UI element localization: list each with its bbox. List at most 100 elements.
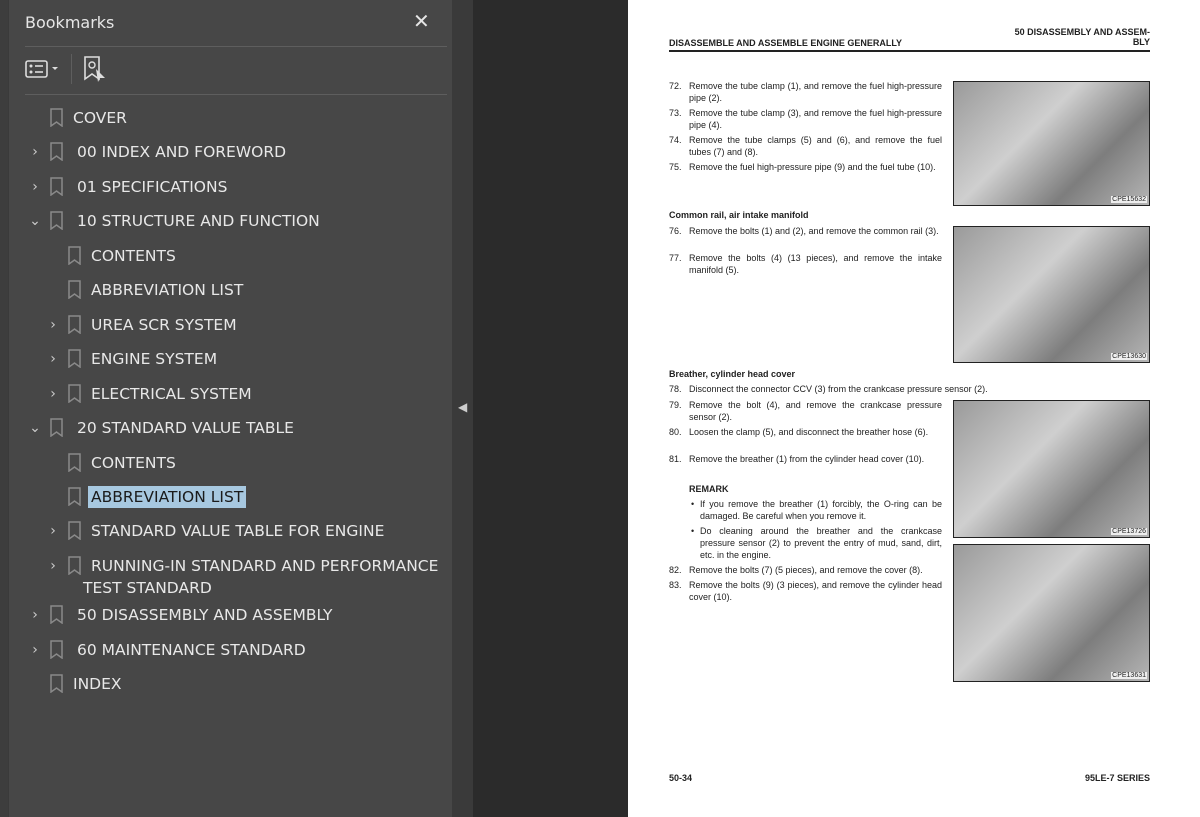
bookmark-item[interactable]: CONTENTS	[17, 452, 447, 482]
close-icon[interactable]: ✕	[413, 9, 430, 33]
bookmark-item[interactable]: INDEX	[17, 673, 447, 703]
bookmark-item[interactable]: › ELECTRICAL SYSTEM	[17, 383, 447, 413]
bookmark-item[interactable]: ABBREVIATION LIST	[17, 279, 447, 309]
header-rule	[669, 50, 1150, 52]
figure-image: CPE15632	[953, 81, 1150, 206]
procedure-step: 82. Remove the bolts (7) (5 pieces), and …	[669, 565, 923, 575]
bookmark-label: 10 STRUCTURE AND FUNCTION	[77, 212, 320, 230]
bookmark-label: ELECTRICAL SYSTEM	[91, 385, 252, 403]
bookmark-label: 01 SPECIFICATIONS	[77, 178, 228, 196]
collapse-arrow-icon[interactable]: ◀	[458, 400, 467, 414]
bookmark-icon	[50, 418, 63, 437]
procedure-step: 74. Remove the tube clamps (5) and (6), a…	[669, 135, 942, 157]
chevron-right-icon[interactable]: ›	[46, 351, 60, 367]
remark-item: • Do cleaning around the breather and the…	[691, 526, 942, 560]
bookmark-icon	[68, 521, 81, 540]
chevron-right-icon[interactable]: ›	[46, 386, 60, 402]
bookmark-item[interactable]: COVER	[17, 107, 447, 137]
figure-image: CPE13630	[953, 226, 1150, 363]
section-heading: Common rail, air intake manifold	[669, 210, 809, 220]
bookmark-item[interactable]: › 60 MAINTENANCE STANDARD	[17, 639, 447, 669]
bookmark-label: 00 INDEX AND FOREWORD	[77, 143, 287, 161]
toolbar-separator	[71, 54, 72, 84]
find-current-bookmark-button[interactable]	[83, 55, 111, 89]
bookmark-label: RUNNING-IN STANDARD AND PERFORMANCE	[91, 557, 439, 575]
bookmark-label: CONTENTS	[91, 247, 176, 265]
bookmark-item[interactable]: › RUNNING-IN STANDARD AND PERFORMANCE TEST…	[17, 555, 447, 597]
bookmark-item[interactable]: › UREA SCR SYSTEM	[17, 314, 447, 344]
bookmark-icon	[68, 487, 81, 506]
chevron-right-icon[interactable]: ›	[28, 179, 42, 195]
bookmark-label-cont: TEST STANDARD	[83, 579, 212, 597]
bookmark-item[interactable]: › 00 INDEX AND FOREWORD	[17, 141, 447, 171]
divider	[25, 46, 447, 47]
bookmark-icon	[68, 349, 81, 368]
chevron-right-icon[interactable]: ›	[46, 558, 60, 574]
chevron-down-icon[interactable]: ⌄	[28, 420, 42, 436]
bookmark-icon	[68, 453, 81, 472]
procedure-step: 73. Remove the tube clamp (3), and remove…	[669, 108, 942, 130]
chevron-right-icon[interactable]: ›	[28, 642, 42, 658]
remark-item: • If you remove the breather (1) forcibly…	[691, 499, 942, 521]
bookmark-locate-icon	[84, 56, 105, 82]
procedure-step: 76. Remove the bolts (1) and (2), and rem…	[669, 226, 939, 236]
remark-heading: REMARK	[689, 484, 729, 494]
bookmark-label: 60 MAINTENANCE STANDARD	[77, 641, 306, 659]
procedure-step: 80. Loosen the clamp (5), and disconnect …	[669, 427, 929, 437]
chevron-right-icon[interactable]: ›	[28, 607, 42, 623]
bookmark-item[interactable]: › 50 DISASSEMBLY AND ASSEMBLY	[17, 604, 447, 634]
bookmark-label: ABBREVIATION LIST	[91, 281, 244, 299]
bookmark-label: CONTENTS	[91, 454, 176, 472]
left-edge	[0, 0, 8, 817]
bookmark-icon	[68, 246, 81, 265]
bookmark-icon	[50, 177, 63, 196]
bookmark-item[interactable]: › ENGINE SYSTEM	[17, 348, 447, 378]
bookmark-item[interactable]: ⌄ 20 STANDARD VALUE TABLE	[17, 417, 447, 447]
header-right-line2: BLY	[1132, 37, 1150, 47]
procedure-step: 77. Remove the bolts (4) (13 pieces), and…	[669, 253, 942, 275]
bookmark-item[interactable]: › STANDARD VALUE TABLE FOR ENGINE	[17, 520, 447, 550]
list-options-icon	[25, 60, 58, 78]
bookmark-icon	[50, 640, 63, 659]
bookmark-icon	[50, 605, 63, 624]
bookmark-icon	[68, 556, 81, 575]
bookmark-item[interactable]: ⌄ 10 STRUCTURE AND FUNCTION	[17, 210, 447, 240]
panel-collapse-strip[interactable]: ◀	[452, 0, 473, 817]
section-heading: Breather, cylinder head cover	[669, 369, 796, 379]
bookmark-label: ABBREVIATION LIST	[88, 486, 247, 508]
divider	[25, 94, 447, 95]
chevron-down-icon[interactable]: ⌄	[28, 213, 42, 229]
procedure-step: 79. Remove the bolt (4), and remove the c…	[669, 400, 942, 422]
bookmark-icon	[50, 142, 63, 161]
chevron-right-icon[interactable]: ›	[46, 523, 60, 539]
chevron-right-icon[interactable]: ›	[28, 144, 42, 160]
series-label: 95LE-7 SERIES	[1084, 773, 1150, 783]
bookmark-icon	[68, 384, 81, 403]
bookmark-item[interactable]: › 01 SPECIFICATIONS	[17, 176, 447, 206]
header-left: DISASSEMBLE AND ASSEMBLE ENGINE GENERALL…	[669, 38, 903, 48]
bookmark-icon	[50, 108, 63, 127]
figure-image: CPE13631	[953, 544, 1150, 682]
pdf-page: DISASSEMBLE AND ASSEMBLE ENGINE GENERALL…	[628, 0, 1200, 817]
bookmark-label: 20 STANDARD VALUE TABLE	[77, 419, 294, 437]
bookmark-label: STANDARD VALUE TABLE FOR ENGINE	[91, 522, 385, 540]
bookmark-icon	[68, 280, 81, 299]
procedure-step: 81. Remove the breather (1) from the cyli…	[669, 454, 925, 464]
header-right: 50 DISASSEMBLY AND ASSEM- BLY	[1015, 27, 1150, 47]
header-right-line1: 50 DISASSEMBLY AND ASSEM-	[1014, 27, 1150, 37]
bookmark-label: INDEX	[73, 675, 122, 693]
procedure-step: 75. Remove the fuel high-pressure pipe (9…	[669, 162, 936, 172]
bookmark-icon	[50, 674, 63, 693]
page-number: 50-34	[669, 773, 693, 783]
bookmark-label: ENGINE SYSTEM	[91, 350, 218, 368]
options-menu-button[interactable]	[25, 55, 63, 87]
chevron-right-icon[interactable]: ›	[46, 317, 60, 333]
bookmark-item[interactable]: CONTENTS	[17, 245, 447, 275]
bookmark-label: COVER	[73, 109, 127, 127]
procedure-step: 83. Remove the bolts (9) (3 pieces), and …	[669, 580, 942, 602]
figure-image: CPE13726	[953, 400, 1150, 538]
bookmark-label: UREA SCR SYSTEM	[91, 316, 237, 334]
bookmark-item[interactable]: ABBREVIATION LIST	[17, 486, 447, 516]
bookmarks-panel: Bookmarks ✕ COVER › 00 INDEX AND FOREWORD ›…	[8, 0, 452, 817]
bookmark-label: 50 DISASSEMBLY AND ASSEMBLY	[77, 606, 333, 624]
